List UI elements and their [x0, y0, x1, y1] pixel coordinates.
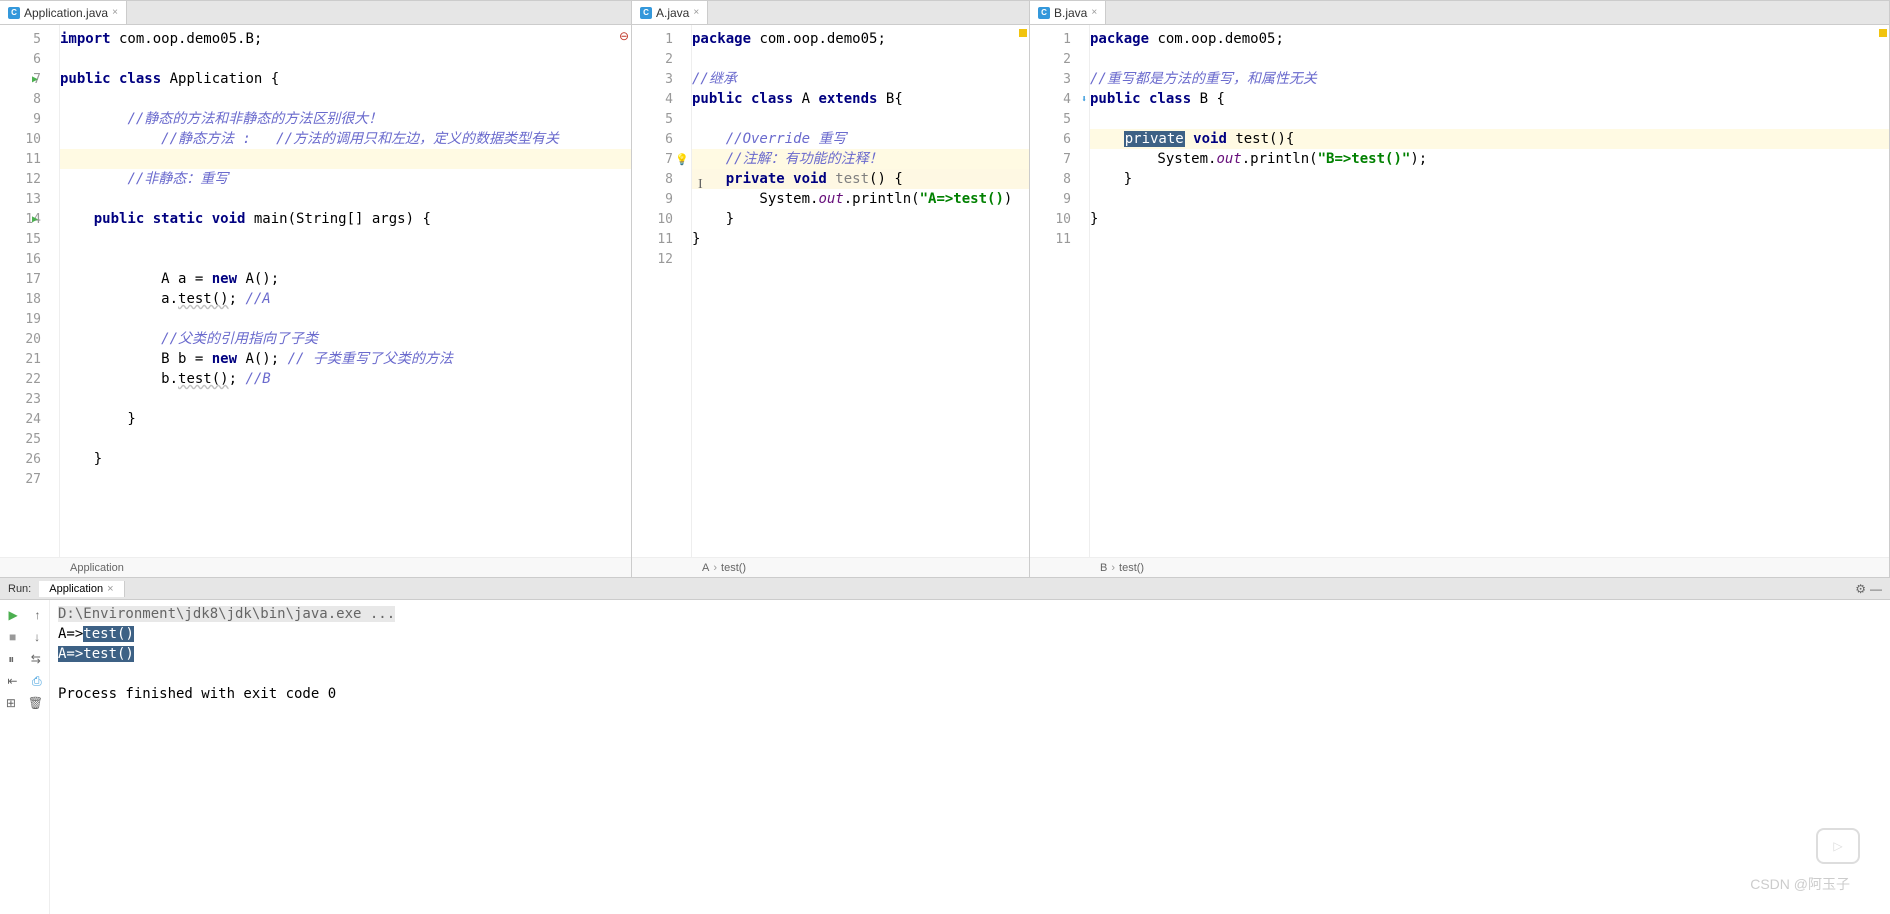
code-content[interactable]: I package com.oop.demo05;//继承public clas…: [692, 25, 1029, 557]
close-icon[interactable]: ×: [107, 583, 113, 595]
wrap-icon[interactable]: ⇆: [31, 652, 41, 666]
rerun-icon[interactable]: ▶: [8, 608, 17, 622]
tab-a-java[interactable]: C A.java ×: [632, 1, 708, 24]
tab-label: B.java: [1054, 6, 1087, 20]
code-area[interactable]: ⊖ 567▶891011121314▶151617181920212223242…: [0, 25, 631, 557]
console-command: D:\Environment\jdk8\jdk\bin\java.exe ...: [58, 604, 1882, 624]
tab-application-java[interactable]: C Application.java ×: [0, 1, 127, 24]
run-tool-window: Run: Application × ⚙ — ▶ ↑ ■ ↓ ⏸ ⇆ ⇤ ⎙ ⊞ 🗑 D:…: [0, 577, 1890, 914]
breadcrumb-item[interactable]: B: [1100, 562, 1107, 574]
java-class-icon: C: [1038, 7, 1050, 19]
run-tab-application[interactable]: Application ×: [39, 581, 124, 597]
tab-bar: C Application.java ×: [0, 1, 631, 25]
print-icon[interactable]: ⎙: [32, 674, 42, 689]
tab-bar: C A.java ×: [632, 1, 1029, 25]
editor-split-row: C Application.java × ⊖ 567▶891011121314▶…: [0, 0, 1890, 577]
chevron-right-icon: ›: [713, 562, 717, 574]
minimize-icon[interactable]: —: [1870, 582, 1882, 596]
console-output[interactable]: D:\Environment\jdk8\jdk\bin\java.exe ...…: [50, 600, 1890, 914]
breadcrumb-item[interactable]: test(): [721, 562, 746, 574]
code-area[interactable]: 1234567💡89101112 I package com.oop.demo0…: [632, 25, 1029, 557]
tab-bar: C B.java ×: [1030, 1, 1889, 25]
editor-panel-a: C A.java × 1234567💡89101112 I package co…: [632, 1, 1030, 577]
layout-icon[interactable]: ⊞: [6, 696, 16, 710]
run-label: Run:: [0, 583, 39, 595]
trash-icon[interactable]: 🗑: [28, 696, 43, 710]
close-icon[interactable]: ×: [693, 7, 699, 18]
override-icon[interactable]: ⬇: [1081, 94, 1087, 105]
run-toolbar: ▶ ↑ ■ ↓ ⏸ ⇆ ⇤ ⎙ ⊞ 🗑: [0, 600, 50, 914]
close-icon[interactable]: ×: [112, 7, 118, 18]
console-output-line: A=>test(): [58, 644, 1882, 664]
console-output-line: A=>test(): [58, 624, 1882, 644]
code-area[interactable]: 1234⬇567891011 package com.oop.demo05;//…: [1030, 25, 1889, 557]
run-header: Run: Application × ⚙ —: [0, 578, 1890, 600]
breadcrumb[interactable]: B › test(): [1030, 557, 1889, 577]
tab-label: Application.java: [24, 6, 108, 20]
pause-icon[interactable]: ⏸: [8, 652, 14, 667]
stop-icon[interactable]: ■: [9, 630, 16, 644]
run-tab-label: Application: [49, 583, 103, 595]
java-class-icon: C: [8, 7, 20, 19]
gutter: 567▶891011121314▶15161718192021222324252…: [0, 25, 60, 557]
selected-text: A=>test(): [58, 646, 134, 662]
breadcrumb-item[interactable]: Application: [70, 562, 124, 574]
console-exit: Process finished with exit code 0: [58, 684, 1882, 704]
watermark: CSDN @阿玉子: [1750, 874, 1850, 894]
run-gutter-icon[interactable]: ▶: [32, 214, 38, 225]
gutter: 1234567💡89101112: [632, 25, 692, 557]
breadcrumb-item[interactable]: A: [702, 562, 709, 574]
code-content[interactable]: package com.oop.demo05;//重写都是方法的重写，和属性无关…: [1090, 25, 1889, 557]
code-content[interactable]: import com.oop.demo05.B;public class App…: [60, 25, 631, 557]
play-overlay-icon: ▷: [1816, 828, 1860, 864]
console-blank: [58, 664, 1882, 684]
editor-panel-application: C Application.java × ⊖ 567▶891011121314▶…: [0, 1, 632, 577]
breadcrumb[interactable]: Application: [0, 557, 631, 577]
bulb-icon[interactable]: 💡: [675, 153, 689, 166]
up-icon[interactable]: ↑: [35, 608, 41, 622]
gutter: 1234⬇567891011: [1030, 25, 1090, 557]
java-class-icon: C: [640, 7, 652, 19]
chevron-right-icon: ›: [1111, 562, 1115, 574]
text-cursor-icon: I: [698, 177, 703, 193]
exit-icon[interactable]: ⇤: [7, 674, 17, 688]
editor-panel-b: C B.java × 1234⬇567891011 package com.oo…: [1030, 1, 1890, 577]
close-icon[interactable]: ×: [1091, 7, 1097, 18]
tab-b-java[interactable]: C B.java ×: [1030, 1, 1106, 24]
run-body: ▶ ↑ ■ ↓ ⏸ ⇆ ⇤ ⎙ ⊞ 🗑 D:\Environment\jdk8\jdk\b…: [0, 600, 1890, 914]
down-icon[interactable]: ↓: [34, 630, 40, 644]
selected-text: test(): [83, 626, 134, 642]
breadcrumb[interactable]: A › test(): [632, 557, 1029, 577]
run-gutter-icon[interactable]: ▶: [32, 74, 38, 85]
gear-icon[interactable]: ⚙: [1855, 582, 1866, 596]
run-header-actions: ⚙ —: [1855, 582, 1890, 596]
breadcrumb-item[interactable]: test(): [1119, 562, 1144, 574]
tab-label: A.java: [656, 6, 689, 20]
